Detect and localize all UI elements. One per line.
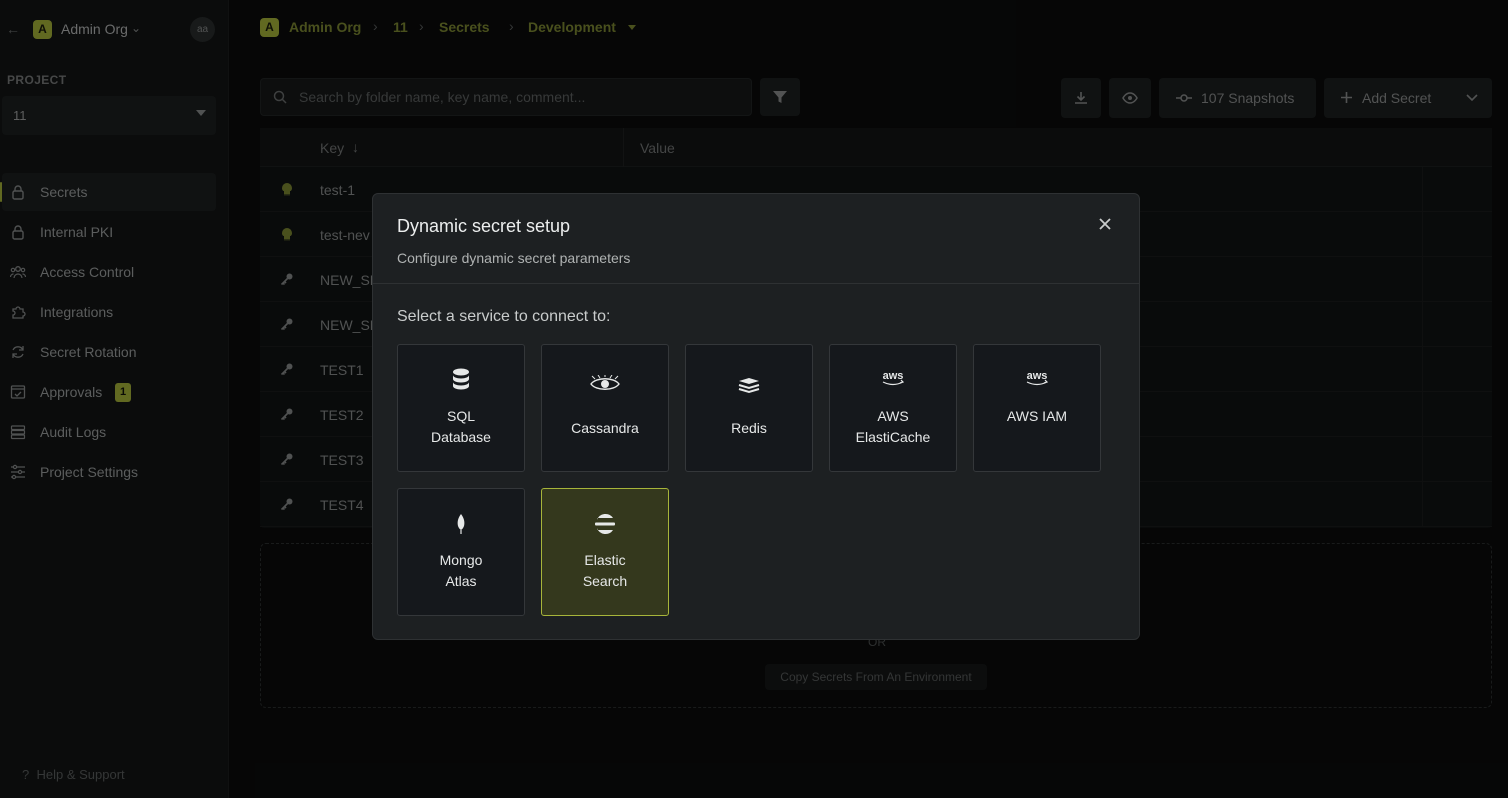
service-label: Redis [731,420,767,436]
service-sql-database[interactable]: SQL Database [397,344,525,472]
service-label: Elastic [584,552,626,568]
service-label: AWS IAM [1006,408,1068,424]
service-label: Atlas [445,573,477,589]
service-label: Search [582,573,628,589]
service-label: ElastiCache [855,429,931,445]
service-label: Database [431,429,491,445]
aws-logo-icon: aws [1027,370,1049,386]
svg-text:aws: aws [883,370,904,382]
service-mongo-atlas[interactable]: Mongo Atlas [397,488,525,616]
aws-logo-icon: aws [883,370,905,386]
database-icon [453,368,469,390]
service-label: Mongo [439,552,483,568]
modal-prompt: Select a service to connect to: [397,308,611,325]
service-cassandra[interactable]: Cassandra [541,344,669,472]
service-label: SQL [446,408,475,424]
redis-stack-icon [738,378,760,394]
modal-subtitle: Configure dynamic secret parameters [397,250,631,266]
close-icon[interactable] [1094,213,1116,235]
service-aws-elasticache[interactable]: aws AWS ElastiCache [829,344,957,472]
svg-text:aws: aws [1027,370,1048,382]
modal-title: Dynamic secret setup [397,216,571,236]
service-redis[interactable]: Redis [685,344,813,472]
service-elastic-search[interactable]: Elastic Search [541,488,669,616]
service-aws-iam[interactable]: aws AWS IAM [973,344,1101,472]
service-label: Cassandra [571,420,639,436]
cassandra-eye-icon [590,375,620,390]
elasticsearch-icon [595,513,615,535]
modal-divider [373,283,1139,284]
mongodb-leaf-icon [457,514,465,534]
service-label: AWS [877,408,909,424]
dynamic-secret-modal: Dynamic secret setup Configure dynamic s… [372,193,1140,640]
